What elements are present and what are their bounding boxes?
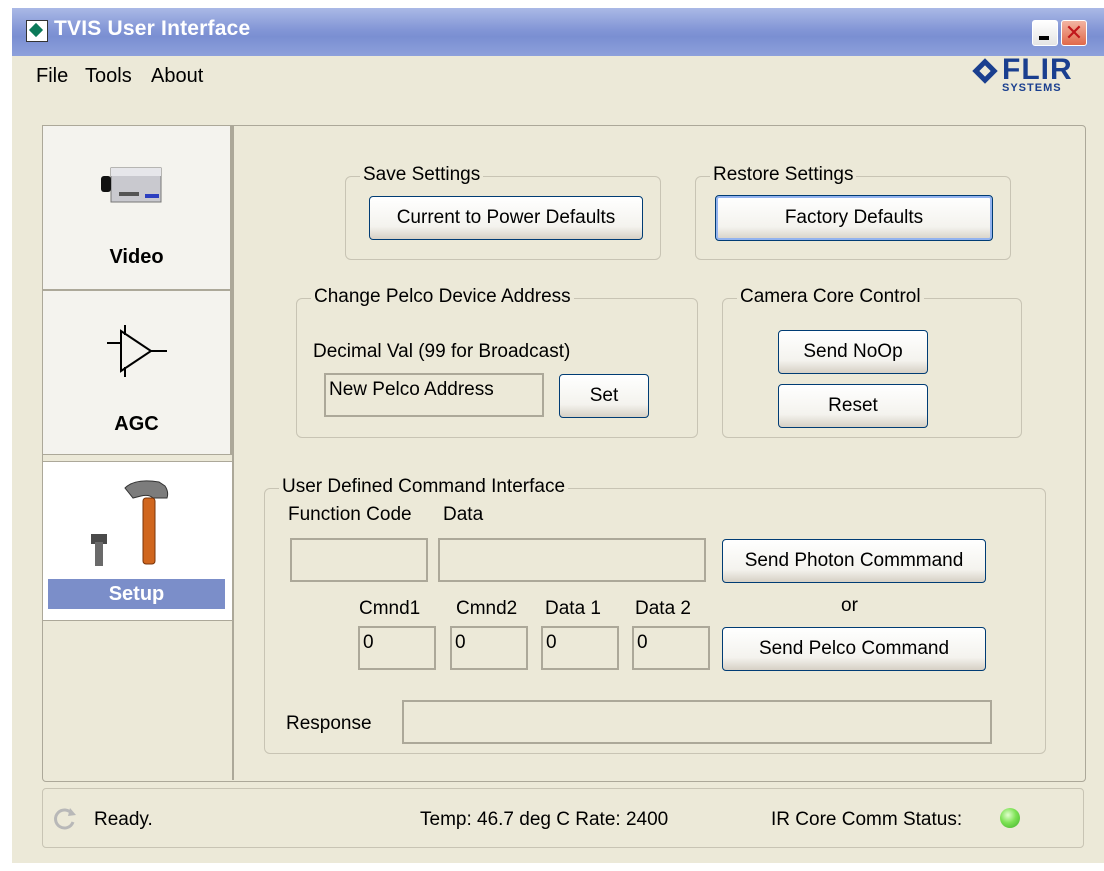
data2-input[interactable]: 0 bbox=[632, 626, 710, 670]
tab-setup-label: Setup bbox=[48, 579, 225, 609]
status-comm-label: IR Core Comm Status: bbox=[771, 809, 963, 830]
window-title: TVIS User Interface bbox=[54, 17, 251, 40]
menu-file[interactable]: File bbox=[36, 65, 68, 88]
minimize-button[interactable] bbox=[1032, 20, 1058, 46]
status-temp-rate: Temp: 46.7 deg C Rate: 2400 bbox=[420, 809, 669, 830]
pelco-address-hint: Decimal Val (99 for Broadcast) bbox=[313, 341, 571, 362]
send-noop-button[interactable]: Send NoOp bbox=[778, 330, 928, 374]
cmnd2-input[interactable]: 0 bbox=[450, 626, 528, 670]
reset-button[interactable]: Reset bbox=[778, 384, 928, 428]
save-settings-title: Save Settings bbox=[360, 164, 484, 186]
data1-label: Data 1 bbox=[545, 598, 601, 619]
data1-input[interactable]: 0 bbox=[541, 626, 619, 670]
factory-defaults-button[interactable]: Factory Defaults bbox=[715, 195, 993, 241]
response-output bbox=[402, 700, 992, 744]
restore-settings-title: Restore Settings bbox=[710, 164, 857, 186]
tab-video-label: Video bbox=[109, 246, 164, 268]
send-photon-command-button[interactable]: Send Photon Commmand bbox=[722, 539, 986, 583]
tab-agc[interactable]: AGC bbox=[42, 290, 232, 455]
title-bar[interactable]: TVIS User Interface ✕ bbox=[12, 8, 1104, 56]
response-label: Response bbox=[286, 713, 372, 734]
flir-diamond-icon bbox=[972, 58, 998, 84]
tab-video[interactable]: Video bbox=[42, 125, 232, 290]
video-camera-icon bbox=[101, 167, 162, 203]
amplifier-icon bbox=[107, 325, 167, 377]
data-input[interactable] bbox=[438, 538, 706, 582]
or-label: or bbox=[841, 595, 858, 616]
pelco-address-title: Change Pelco Device Address bbox=[311, 286, 574, 308]
app-window: TVIS User Interface ✕ File Tools About F… bbox=[12, 8, 1104, 863]
tab-agc-label: AGC bbox=[114, 413, 159, 435]
cmnd1-label: Cmnd1 bbox=[359, 598, 421, 619]
set-button[interactable]: Set bbox=[559, 374, 649, 418]
cmnd1-input[interactable]: 0 bbox=[358, 626, 436, 670]
app-icon bbox=[26, 20, 48, 42]
send-pelco-command-button[interactable]: Send Pelco Command bbox=[722, 627, 986, 671]
user-command-title: User Defined Command Interface bbox=[279, 476, 569, 498]
current-to-power-defaults-button[interactable]: Current to Power Defaults bbox=[369, 196, 643, 240]
menu-tools[interactable]: Tools bbox=[85, 65, 132, 88]
pelco-address-input[interactable]: New Pelco Address bbox=[324, 373, 544, 417]
data-label: Data bbox=[443, 504, 484, 525]
close-button[interactable]: ✕ bbox=[1061, 20, 1087, 46]
function-code-label: Function Code bbox=[288, 504, 412, 525]
function-code-input[interactable] bbox=[290, 538, 428, 582]
logo-subtext: SYSTEMS bbox=[1002, 82, 1062, 94]
menu-about[interactable]: About bbox=[151, 65, 203, 88]
comm-status-indicator bbox=[1000, 808, 1020, 828]
data2-label: Data 2 bbox=[635, 598, 691, 619]
menu-bar: File Tools About bbox=[12, 56, 1104, 96]
status-ready-text: Ready. bbox=[94, 809, 153, 830]
hammer-tools-icon bbox=[91, 480, 169, 566]
camera-core-title: Camera Core Control bbox=[737, 286, 924, 308]
cmnd2-label: Cmnd2 bbox=[456, 598, 518, 619]
tab-strip: Video AGC Setup bbox=[42, 125, 232, 780]
tab-setup[interactable]: Setup bbox=[42, 461, 232, 621]
refresh-icon bbox=[54, 808, 76, 830]
flir-logo: FLIR SYSTEMS bbox=[972, 53, 1092, 95]
